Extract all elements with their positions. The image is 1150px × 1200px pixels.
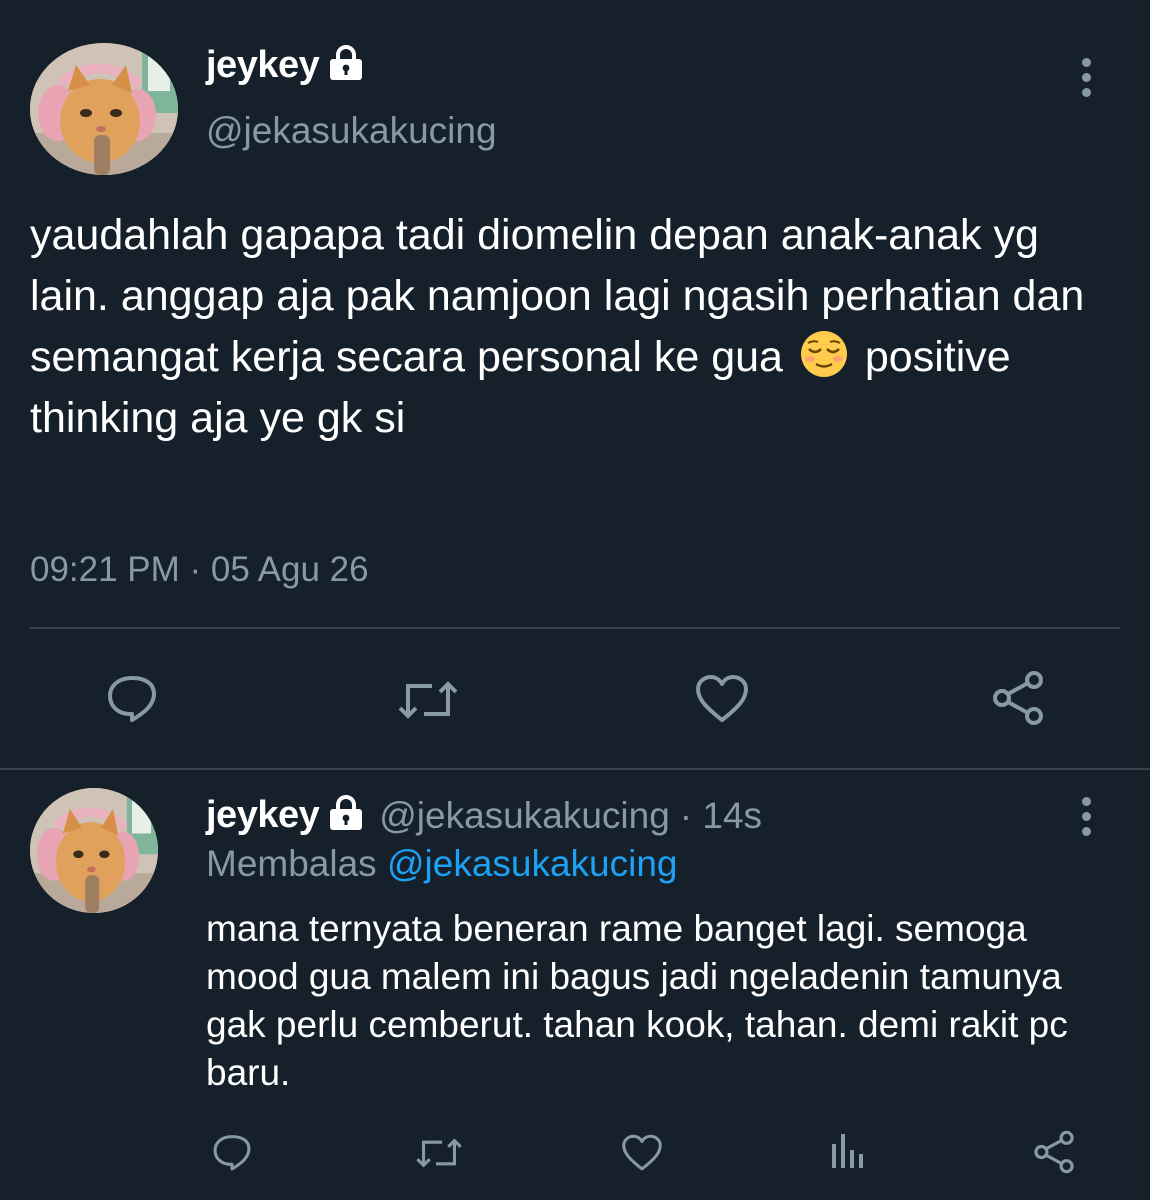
tweet-text: yaudahlah gapapa tadi diomelin depan ana… [30,205,1120,449]
reply-author-row: jeykey @jekasukakucing · 14s [206,794,762,837]
author-handle[interactable]: @jekasukakucing [206,110,497,152]
like-icon[interactable] [694,674,750,729]
reply-text: mana ternyata beneran rame banget lagi. … [206,908,1068,1093]
reply-avatar[interactable] [30,788,158,913]
lock-icon [327,45,365,86]
share-icon[interactable] [1032,1130,1076,1179]
analytics-icon[interactable] [828,1130,868,1175]
replying-to: Membalas @jekasukakucing [206,843,678,885]
retweet-icon[interactable] [396,678,460,727]
author-name-row: jeykey [206,44,365,87]
section-divider [0,768,1150,770]
relieved-face-emoji-icon [799,329,849,379]
more-options-icon[interactable] [1082,58,1091,97]
reply-time: · 14s [679,794,763,836]
reply-icon[interactable] [106,674,158,727]
author-display-name[interactable]: jeykey [206,44,320,87]
replying-mention-link[interactable]: @jekasukakucing [387,843,678,884]
replying-label: Membalas [206,843,377,884]
reply-display-name[interactable]: jeykey [206,794,320,837]
lock-icon [327,795,365,836]
like-icon[interactable] [620,1134,664,1177]
cat-avatar-icon [30,788,158,913]
reply-handle[interactable]: @jekasukakucing [379,795,670,837]
reply-icon[interactable] [212,1133,252,1176]
cat-avatar-icon [30,43,178,175]
share-icon[interactable] [990,670,1046,731]
more-options-icon[interactable] [1082,797,1091,836]
divider [30,627,1120,629]
retweet-icon[interactable] [414,1136,464,1175]
tweet-timestamp[interactable]: 09:21 PM · 05 Agu 26 [30,550,369,590]
avatar[interactable] [30,43,178,175]
